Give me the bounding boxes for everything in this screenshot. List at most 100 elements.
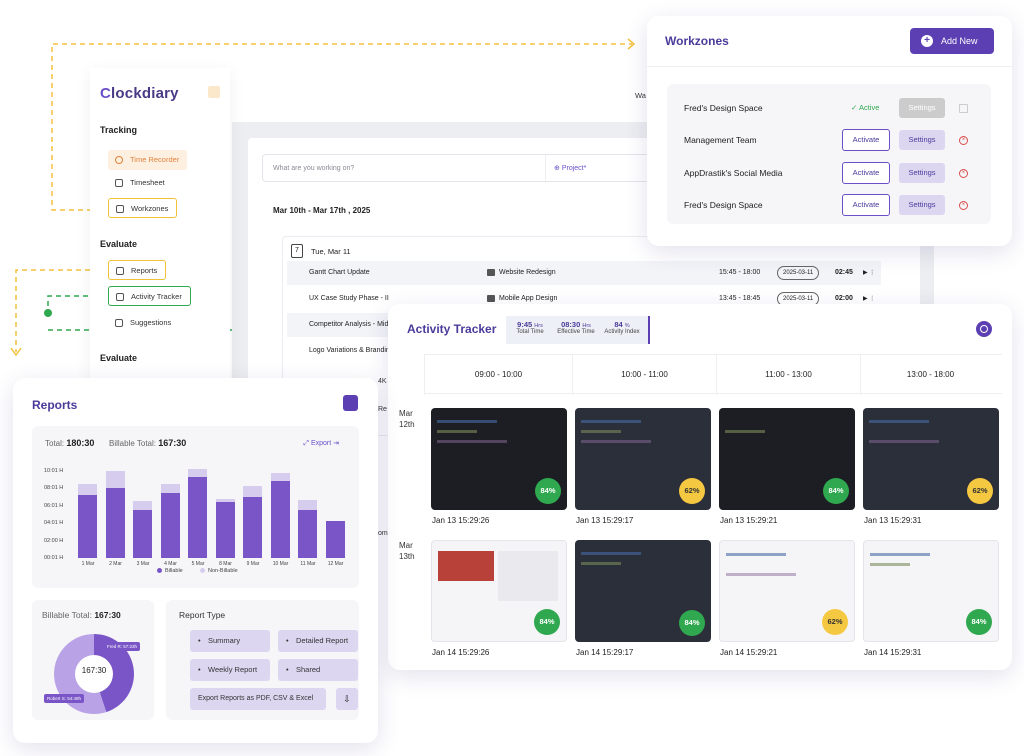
- project-selector[interactable]: ⊕ Project*: [545, 155, 586, 183]
- screenshot-timestamp: Jan 14 15:29:26: [432, 648, 490, 657]
- settings-button[interactable]: Settings: [899, 195, 945, 215]
- bar-billable: [160, 492, 180, 558]
- bar-non-billable: [298, 499, 317, 511]
- donut-center-value: 167:30: [81, 666, 107, 675]
- activate-button[interactable]: Activate: [842, 162, 890, 184]
- task-input-placeholder: What are you working on?: [273, 165, 355, 172]
- screenshot-thumbnail[interactable]: 84%: [431, 408, 567, 510]
- export-formats-button[interactable]: Export Reports as PDF, CSV & Excel: [190, 688, 326, 710]
- suggestions-icon: [115, 319, 123, 327]
- delete-icon[interactable]: ×: [959, 136, 968, 145]
- donut-tooltip: Fred R: 57:23h: [104, 642, 141, 651]
- sidebar-item-workzones[interactable]: Workzones: [108, 198, 178, 218]
- play-icon[interactable]: ▶ ⋮: [863, 261, 875, 285]
- screenshot-timestamp: Jan 14 15:29:17: [576, 648, 634, 657]
- delete-icon[interactable]: ×: [959, 201, 968, 210]
- bar: [215, 498, 235, 558]
- screenshot-timestamp: Jan 13 15:29:21: [720, 516, 778, 525]
- crosshair-icon[interactable]: [976, 321, 992, 337]
- day-label: Mar 13th: [399, 541, 415, 561]
- fragment-text: Re: [378, 406, 387, 413]
- workzones-icon: [116, 205, 124, 213]
- sidebar: Clockdiary Tracking Time Recorder Timesh…: [90, 68, 230, 398]
- donut-tooltip: Robert S: 54:49h: [44, 694, 85, 703]
- sidebar-item-time-recorder[interactable]: Time Recorder: [108, 150, 188, 170]
- bar-non-billable: [160, 484, 180, 493]
- bar-non-billable: [78, 484, 97, 496]
- workzones-title: Workzones: [665, 34, 729, 48]
- fragment-text: 4K: [378, 378, 387, 385]
- activate-button[interactable]: Activate: [842, 129, 890, 151]
- bar: [78, 484, 97, 558]
- screenshot-thumbnail[interactable]: 62%: [719, 540, 855, 642]
- menu-icon[interactable]: [208, 86, 220, 98]
- x-tick-label: 9 Mar: [246, 561, 260, 567]
- legend-billable: Billable: [157, 568, 183, 574]
- x-tick-label: 3 Mar: [136, 561, 150, 567]
- screenshot-thumbnail[interactable]: 62%: [575, 408, 711, 510]
- screenshot-thumbnail[interactable]: 84%: [863, 540, 999, 642]
- screenshot-timestamp: Jan 13 15:29:17: [576, 516, 634, 525]
- screenshot-thumbnail[interactable]: 84%: [719, 408, 855, 510]
- delete-icon[interactable]: ×: [959, 169, 968, 178]
- header-user-fragment: Wa: [635, 91, 646, 100]
- add-new-button[interactable]: + Add New: [910, 28, 994, 54]
- screenshot-timestamp: Jan 13 15:29:26: [432, 516, 490, 525]
- bar: [270, 472, 290, 558]
- x-tick-label: 8 Mar: [219, 561, 232, 567]
- time-columns-header: 09:00 - 10:00 10:00 - 11:00 11:00 - 13:0…: [424, 354, 1002, 395]
- bar-non-billable: [270, 472, 290, 481]
- y-tick-label: 10:01 H: [44, 468, 64, 474]
- column-header: 10:00 - 11:00: [572, 355, 716, 395]
- y-tick-label: 08:01 H: [44, 485, 64, 492]
- bar-chart-panel: Total: 180:30 Billable Total: 167:30 ⤢ E…: [32, 426, 359, 588]
- screenshot-thumbnail[interactable]: 84%: [431, 540, 567, 642]
- plus-icon: +: [921, 35, 933, 47]
- bar-non-billable: [243, 485, 262, 498]
- activate-button[interactable]: Activate: [842, 194, 890, 216]
- report-type-summary[interactable]: Summary: [190, 630, 270, 652]
- report-type-panel: Report Type Summary Detailed Report Week…: [166, 600, 359, 720]
- activity-stats: 9:45 Hrs Total Time 08:30 Hrs Effective Ti…: [506, 316, 650, 344]
- report-type-detailed[interactable]: Detailed Report: [278, 630, 358, 652]
- y-tick-label: 04:01 H: [44, 520, 64, 527]
- x-tick-label: 4 Mar: [164, 561, 177, 567]
- total-label: Total: 180:30: [45, 438, 95, 448]
- y-tick-label: 00:01 H: [44, 555, 64, 561]
- report-type-weekly[interactable]: Weekly Report: [190, 659, 270, 681]
- sidebar-item-suggestions[interactable]: Suggestions: [108, 313, 179, 333]
- time-entry-row[interactable]: Gantt Chart Update Website Redesign 15:4…: [287, 261, 881, 285]
- document-icon[interactable]: [343, 395, 358, 411]
- stat-total-time: 9:45 Hrs Total Time: [516, 320, 544, 335]
- settings-button[interactable]: Settings: [899, 163, 945, 183]
- column-header: 11:00 - 13:00: [716, 355, 860, 395]
- screenshot-thumbnail[interactable]: 84%: [575, 540, 711, 642]
- reports-icon: [116, 267, 124, 275]
- report-type-title: Report Type: [179, 610, 226, 620]
- bar: [160, 484, 180, 558]
- bar-non-billable: [105, 471, 125, 489]
- workzones-list: Fred's Design Space ✓ Active Settings Ma…: [667, 84, 991, 224]
- bar-billable: [78, 495, 97, 558]
- settings-button[interactable]: Settings: [899, 98, 945, 118]
- settings-button[interactable]: Settings: [899, 130, 945, 150]
- sidebar-item-activity-tracker[interactable]: Activity Tracker: [108, 286, 191, 306]
- bar: [133, 500, 152, 558]
- bar-billable: [133, 510, 152, 558]
- task-input[interactable]: What are you working on? ⊕ Project*: [262, 154, 682, 183]
- screenshot-thumbnail[interactable]: 62%: [863, 408, 999, 510]
- activity-title: Activity Tracker: [407, 322, 497, 336]
- download-icon[interactable]: ⇩: [336, 688, 358, 710]
- x-tick-label: 11 Mar: [300, 561, 316, 567]
- legend-non-billable: Non-Billable: [200, 568, 238, 574]
- workzone-row: Fred's Design Space Activate Settings ×: [684, 193, 984, 217]
- export-button[interactable]: ⤢ Export ⇥: [303, 439, 339, 448]
- sidebar-item-timesheet[interactable]: Timesheet: [108, 173, 173, 193]
- sidebar-item-reports[interactable]: Reports: [108, 260, 167, 280]
- report-type-shared[interactable]: Shared: [278, 659, 358, 681]
- delete-icon: [959, 104, 968, 113]
- bar-billable: [298, 510, 317, 558]
- divider: [647, 66, 1012, 67]
- section-heading-evaluate: Evaluate: [100, 239, 138, 249]
- chart-icon: [116, 293, 124, 301]
